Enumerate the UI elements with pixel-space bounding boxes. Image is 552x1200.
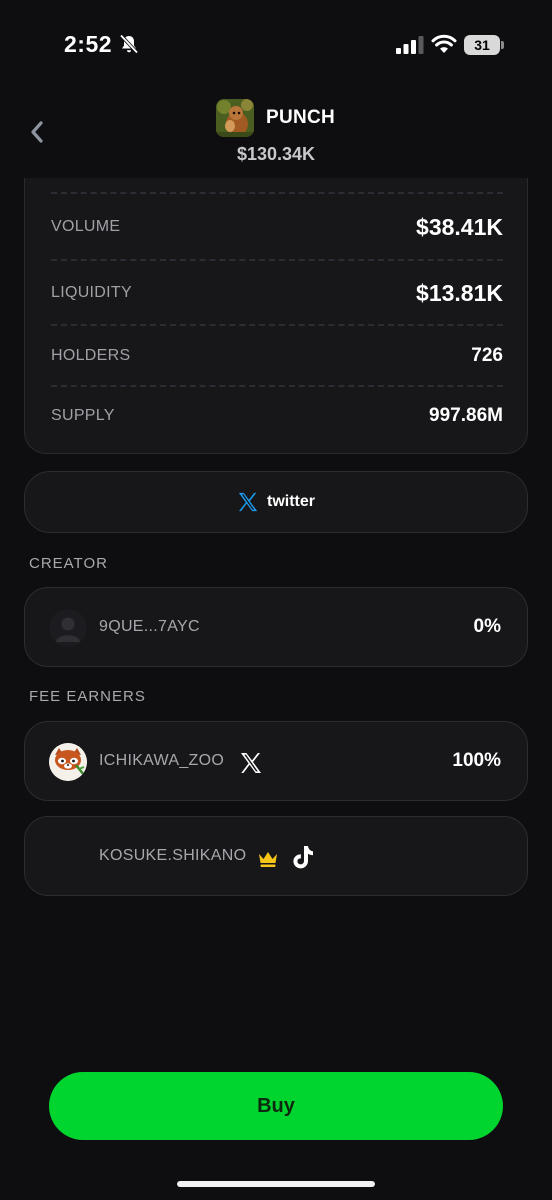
token-name: PUNCH — [266, 107, 336, 128]
battery-icon: 31 — [464, 35, 504, 55]
status-time: 2:52 — [64, 31, 113, 57]
stat-row-liquidity: LIQUIDITY $13.81K — [51, 278, 503, 308]
creator-heading: CREATOR — [29, 555, 108, 572]
creator-card[interactable]: 9QUE...7AYC 0% — [24, 587, 528, 667]
stat-value: $13.81K — [416, 279, 503, 306]
stat-row-supply: SUPPLY 997.86M — [51, 401, 503, 431]
fee-earner-avatar — [49, 743, 87, 781]
chevron-left-icon — [31, 121, 43, 143]
fee-earner-name: KOSUKE.SHIKANO — [99, 847, 247, 864]
token-stats-card: VOLUME $38.41K LIQUIDITY $13.81K HOLDERS… — [24, 178, 528, 454]
twitter-link-button[interactable]: twitter — [24, 471, 528, 533]
fee-earner-card[interactable]: ICHIKAWA_ZOO 100% — [24, 721, 528, 801]
stat-label: SUPPLY — [51, 407, 115, 424]
crown-icon — [259, 852, 277, 867]
fee-earner-name: ICHIKAWA_ZOO — [99, 752, 225, 769]
twitter-label: twitter — [267, 493, 315, 510]
tiktok-icon[interactable] — [291, 844, 315, 870]
wifi-icon — [431, 34, 457, 53]
stat-label: VOLUME — [51, 218, 121, 235]
user-placeholder-icon — [49, 609, 87, 647]
stat-value: $38.41K — [416, 213, 503, 240]
token-avatar — [216, 99, 254, 137]
stat-value: 726 — [471, 345, 503, 366]
stat-row-holders: HOLDERS 726 — [51, 341, 503, 371]
stat-label: LIQUIDITY — [51, 284, 132, 301]
creator-share: 0% — [473, 616, 501, 637]
divider — [51, 324, 503, 326]
x-logo-icon — [238, 492, 258, 512]
divider — [51, 385, 503, 387]
fee-earner-share: 100% — [452, 750, 501, 771]
battery-level: 31 — [464, 35, 500, 55]
creator-avatar — [49, 609, 87, 647]
cellular-signal-icon — [396, 36, 424, 54]
x-logo-icon[interactable] — [239, 751, 263, 775]
bell-muted-icon — [119, 34, 139, 54]
fee-earner-card[interactable]: KOSUKE.SHIKANO — [24, 816, 528, 896]
divider — [51, 192, 503, 194]
buy-button[interactable]: Buy — [49, 1072, 503, 1140]
status-bar: 2:52 31 — [0, 0, 552, 92]
creator-address: 9QUE...7AYC — [99, 618, 200, 635]
stat-label: HOLDERS — [51, 347, 131, 364]
token-market-cap: $130.34K — [236, 144, 316, 164]
red-panda-avatar — [49, 743, 87, 781]
fee-earners-heading: FEE EARNERS — [29, 688, 146, 705]
divider — [51, 259, 503, 261]
home-indicator[interactable] — [177, 1181, 375, 1187]
stat-value: 997.86M — [429, 405, 503, 426]
stat-row-volume: VOLUME $38.41K — [51, 212, 503, 242]
